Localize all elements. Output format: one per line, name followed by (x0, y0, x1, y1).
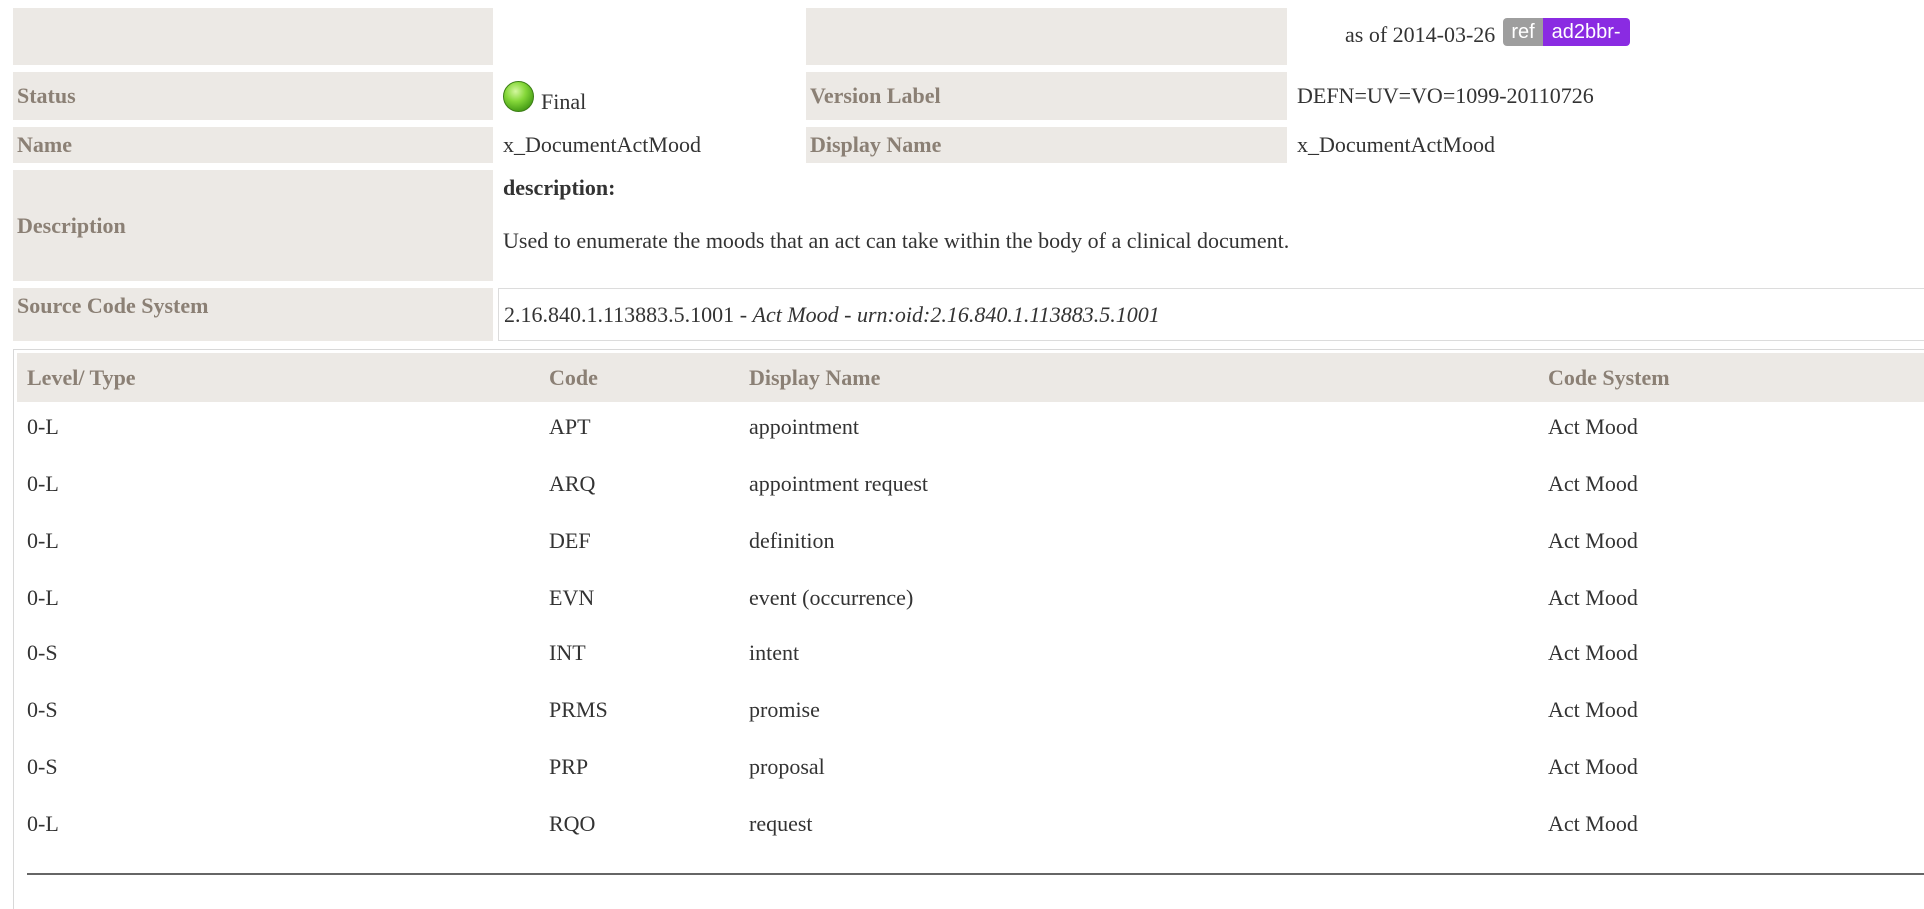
description-text: Used to enumerate the moods that an act … (503, 228, 1290, 253)
table-cell-display-name: appointment request (749, 471, 929, 496)
ref-badge-value: ad2bbr- (1542, 18, 1630, 46)
description-heading: description: (503, 175, 616, 200)
header-code: Code (549, 364, 598, 390)
table-cell-code: DEF (549, 528, 591, 553)
status-value: Final (503, 72, 586, 120)
table-cell-display-name: promise (749, 697, 820, 722)
table-cell-code-system: Act Mood (1548, 754, 1638, 779)
table-cell-code: EVN (549, 585, 595, 610)
table-cell-code: PRMS (549, 697, 608, 722)
table-cell-display-name: proposal (749, 754, 825, 779)
table-cell-code-system: Act Mood (1548, 414, 1638, 439)
table-cell-code-system: Act Mood (1548, 697, 1638, 722)
ref-badge[interactable]: ref ad2bbr- (1503, 18, 1630, 46)
status-text: Final (541, 89, 587, 114)
header-empty-cell-right (806, 8, 1287, 65)
table-cell-code: RQO (549, 811, 596, 836)
table-cell-code: ARQ (549, 471, 596, 496)
table-cell-display-name: appointment (749, 414, 859, 439)
source-code-system-label: Source Code System (13, 288, 493, 341)
header-code-system: Code System (1548, 364, 1670, 390)
table-cell-level: 0-S (27, 754, 58, 779)
source-separator-2: - (838, 301, 857, 327)
table-cell-level: 0-S (27, 640, 58, 665)
display-name-value: x_DocumentActMood (1297, 132, 1495, 157)
table-cell-code-system: Act Mood (1548, 471, 1638, 496)
header-level-type: Level/ Type (27, 364, 136, 390)
table-cell-display-name: event (occurrence) (749, 585, 914, 610)
description-label: Description (13, 170, 493, 281)
source-code-system-value: 2.16.840.1.113883.5.1001 - Act Mood - ur… (498, 288, 1924, 341)
source-oid: 2.16.840.1.113883.5.1001 (504, 301, 735, 327)
table-cell-code: INT (549, 640, 586, 665)
table-cell-code: PRP (549, 754, 589, 779)
table-cell-code: APT (549, 414, 591, 439)
table-cell-display-name: intent (749, 640, 800, 665)
table-cell-level: 0-L (27, 528, 59, 553)
header-empty-cell-left (13, 8, 493, 65)
table-bottom-rule (27, 873, 1924, 875)
status-label: Status (13, 72, 493, 120)
version-label: Version Label (806, 72, 1287, 120)
name-value: x_DocumentActMood (503, 132, 701, 157)
table-cell-level: 0-L (27, 585, 59, 610)
table-cell-code-system: Act Mood (1548, 585, 1638, 610)
as-of-line: as of 2014-03-26 ref ad2bbr- (1345, 14, 1630, 56)
display-name-label: Display Name (806, 127, 1287, 163)
name-label: Name (13, 127, 493, 163)
table-cell-display-name: request (749, 811, 813, 836)
table-cell-level: 0-L (27, 471, 59, 496)
table-cell-level: 0-S (27, 697, 58, 722)
table-cell-code-system: Act Mood (1548, 528, 1638, 553)
source-urn: urn:oid:2.16.840.1.113883.5.1001 (857, 301, 1160, 327)
table-cell-code-system: Act Mood (1548, 640, 1638, 665)
table-cell-level: 0-L (27, 811, 59, 836)
source-name: Act Mood (752, 301, 839, 327)
table-cell-display-name: definition (749, 528, 835, 553)
version-value: DEFN=UV=VO=1099-20110726 (1297, 83, 1594, 108)
as-of-date: as of 2014-03-26 (1345, 22, 1496, 47)
ref-badge-label: ref (1503, 18, 1543, 46)
source-separator-1: - (734, 301, 753, 327)
header-display-name: Display Name (749, 364, 881, 390)
table-cell-level: 0-L (27, 414, 59, 439)
green-status-icon (503, 80, 534, 112)
table-cell-code-system: Act Mood (1548, 811, 1638, 836)
